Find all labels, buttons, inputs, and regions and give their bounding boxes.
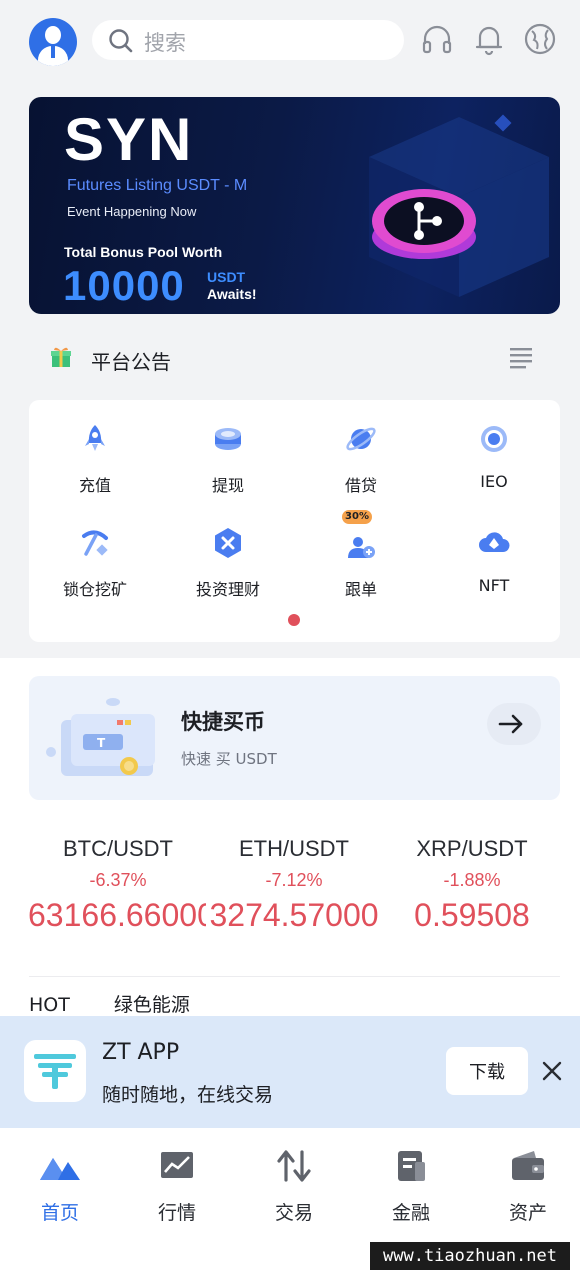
hexagon-icon xyxy=(215,528,241,558)
feature-label: 提现 xyxy=(211,476,244,495)
banner-cube-graphic xyxy=(369,114,549,297)
search-placeholder: 搜索 xyxy=(144,31,186,55)
ticker-price: 0.59508 xyxy=(414,897,530,933)
feature-label: 充值 xyxy=(78,476,111,495)
feature-nft[interactable]: NFT xyxy=(428,504,560,604)
banner-awaits: Awaits! xyxy=(207,286,257,302)
arrow-right-icon xyxy=(498,714,523,734)
ticker-eth[interactable]: ETH/USDT -7.12% 3274.57000 xyxy=(204,836,384,934)
feature-loan[interactable]: 借贷 xyxy=(295,400,427,500)
ticker-price: 3274.57000 xyxy=(209,897,379,933)
planet-icon xyxy=(346,427,376,451)
document-icon xyxy=(398,1151,425,1181)
feature-label: 借贷 xyxy=(344,476,377,495)
ticker-btc[interactable]: BTC/USDT -6.37% 63166.66000 xyxy=(28,836,208,934)
promo-banner[interactable]: SYN Futures Listing USDT - M Event Happe… xyxy=(29,97,560,314)
ticker-price: 63166.66000 xyxy=(28,897,206,933)
ticker-change: -7.12% xyxy=(265,870,323,890)
banner-unit: USDT xyxy=(207,269,246,285)
announcement-title: 平台公告 xyxy=(91,350,171,374)
feature-deposit[interactable]: 充值 xyxy=(29,400,161,500)
nav-assets[interactable]: 资产 xyxy=(470,1148,580,1225)
ticker-change: -6.37% xyxy=(89,870,147,890)
feature-invest[interactable]: 投资理财 xyxy=(162,504,294,604)
divider xyxy=(29,976,560,977)
banner-event: Event Happening Now xyxy=(67,204,197,219)
feature-label: 锁仓挖矿 xyxy=(62,580,127,599)
feature-label: IEO xyxy=(480,472,508,491)
target-icon xyxy=(481,426,507,452)
nav-label: 首页 xyxy=(40,1202,79,1224)
quick-buy-title: 快捷买币 xyxy=(181,710,265,734)
svg-text:T: T xyxy=(97,736,106,750)
banner-title: SYN xyxy=(64,106,194,173)
globe-icon[interactable] xyxy=(523,22,557,56)
tab-green-energy[interactable]: 绿色能源 xyxy=(114,994,190,1016)
rocket-icon xyxy=(85,425,105,451)
search-icon xyxy=(109,29,133,53)
home-icon xyxy=(40,1158,80,1180)
close-icon[interactable] xyxy=(541,1060,563,1082)
user-avatar-icon[interactable] xyxy=(29,18,77,66)
copy-trade-badge: 30% xyxy=(342,510,372,524)
watermark-text: www.tiaozhuan.net xyxy=(370,1242,570,1270)
feature-ieo[interactable]: IEO xyxy=(428,400,560,500)
ticker-pair: XRP/USDT xyxy=(416,836,528,861)
announcement-bar[interactable]: 平台公告 xyxy=(0,330,580,386)
nav-trade[interactable]: 交易 xyxy=(236,1148,352,1225)
headset-icon[interactable] xyxy=(420,22,454,56)
gift-icon xyxy=(51,347,71,367)
nav-home[interactable]: 首页 xyxy=(2,1148,118,1225)
feature-label: NFT xyxy=(478,576,510,595)
wallet-icon xyxy=(512,1151,544,1180)
chart-icon xyxy=(161,1152,193,1178)
feature-grid: 充值 提现 借贷 IEO 锁仓挖矿 投资理财 30% 跟单 NFT xyxy=(29,400,560,642)
ticker-xrp[interactable]: XRP/USDT -1.88% 0.59508 xyxy=(382,836,562,934)
quick-buy-arrow-button[interactable] xyxy=(487,703,541,745)
swap-icon xyxy=(277,1150,311,1182)
nav-finance[interactable]: 金融 xyxy=(353,1148,469,1225)
nav-label: 金融 xyxy=(391,1202,430,1224)
page-indicator-dot xyxy=(288,614,300,626)
zt-logo-icon xyxy=(34,1054,76,1089)
cloud-icon xyxy=(479,532,510,552)
banner-amount: 10000 xyxy=(63,262,185,309)
main-content: T 快捷买币 快速 买 USDT BTC/USDT -6.37% 63166.6… xyxy=(0,658,580,1018)
banner-pool-label: Total Bonus Pool Worth xyxy=(64,244,223,260)
app-download-banner: ZT APP 随时随地，在线交易 下载 xyxy=(0,1016,580,1128)
tab-hot[interactable]: HOT xyxy=(29,994,70,1016)
ticker-change: -1.88% xyxy=(443,870,501,890)
search-input[interactable]: 搜索 xyxy=(92,20,404,60)
app-description: 随时随地，在线交易 xyxy=(102,1084,274,1106)
banner-subtitle: Futures Listing USDT - M xyxy=(67,177,248,194)
feature-mining[interactable]: 锁仓挖矿 xyxy=(29,504,161,604)
nav-market[interactable]: 行情 xyxy=(119,1148,235,1225)
quick-buy-card[interactable]: T 快捷买币 快速 买 USDT xyxy=(29,676,560,800)
feature-label: 跟单 xyxy=(344,580,377,599)
app-name: ZT APP xyxy=(102,1040,180,1065)
ticker-pair: ETH/USDT xyxy=(239,836,349,861)
nav-label: 行情 xyxy=(157,1202,196,1224)
market-tabs: HOT 绿色能源 xyxy=(29,990,234,1017)
list-menu-icon[interactable] xyxy=(510,347,534,369)
nav-label: 资产 xyxy=(508,1202,547,1224)
feature-withdraw[interactable]: 提现 xyxy=(162,400,294,500)
nav-label: 交易 xyxy=(274,1202,313,1224)
feature-copy-trade[interactable]: 30% 跟单 xyxy=(295,504,427,604)
download-button[interactable]: 下载 xyxy=(446,1047,528,1095)
coin-stack-icon xyxy=(215,428,241,450)
top-header: 搜索 xyxy=(0,0,580,82)
pickaxe-icon xyxy=(82,530,108,556)
card-wallet-graphic: T xyxy=(46,698,155,776)
bell-icon[interactable] xyxy=(472,22,506,56)
app-logo xyxy=(24,1040,86,1102)
copy-trade-icon xyxy=(348,537,375,558)
quick-buy-subtitle: 快速 买 USDT xyxy=(181,750,277,768)
ticker-pair: BTC/USDT xyxy=(63,836,173,861)
feature-label: 投资理财 xyxy=(195,580,260,599)
